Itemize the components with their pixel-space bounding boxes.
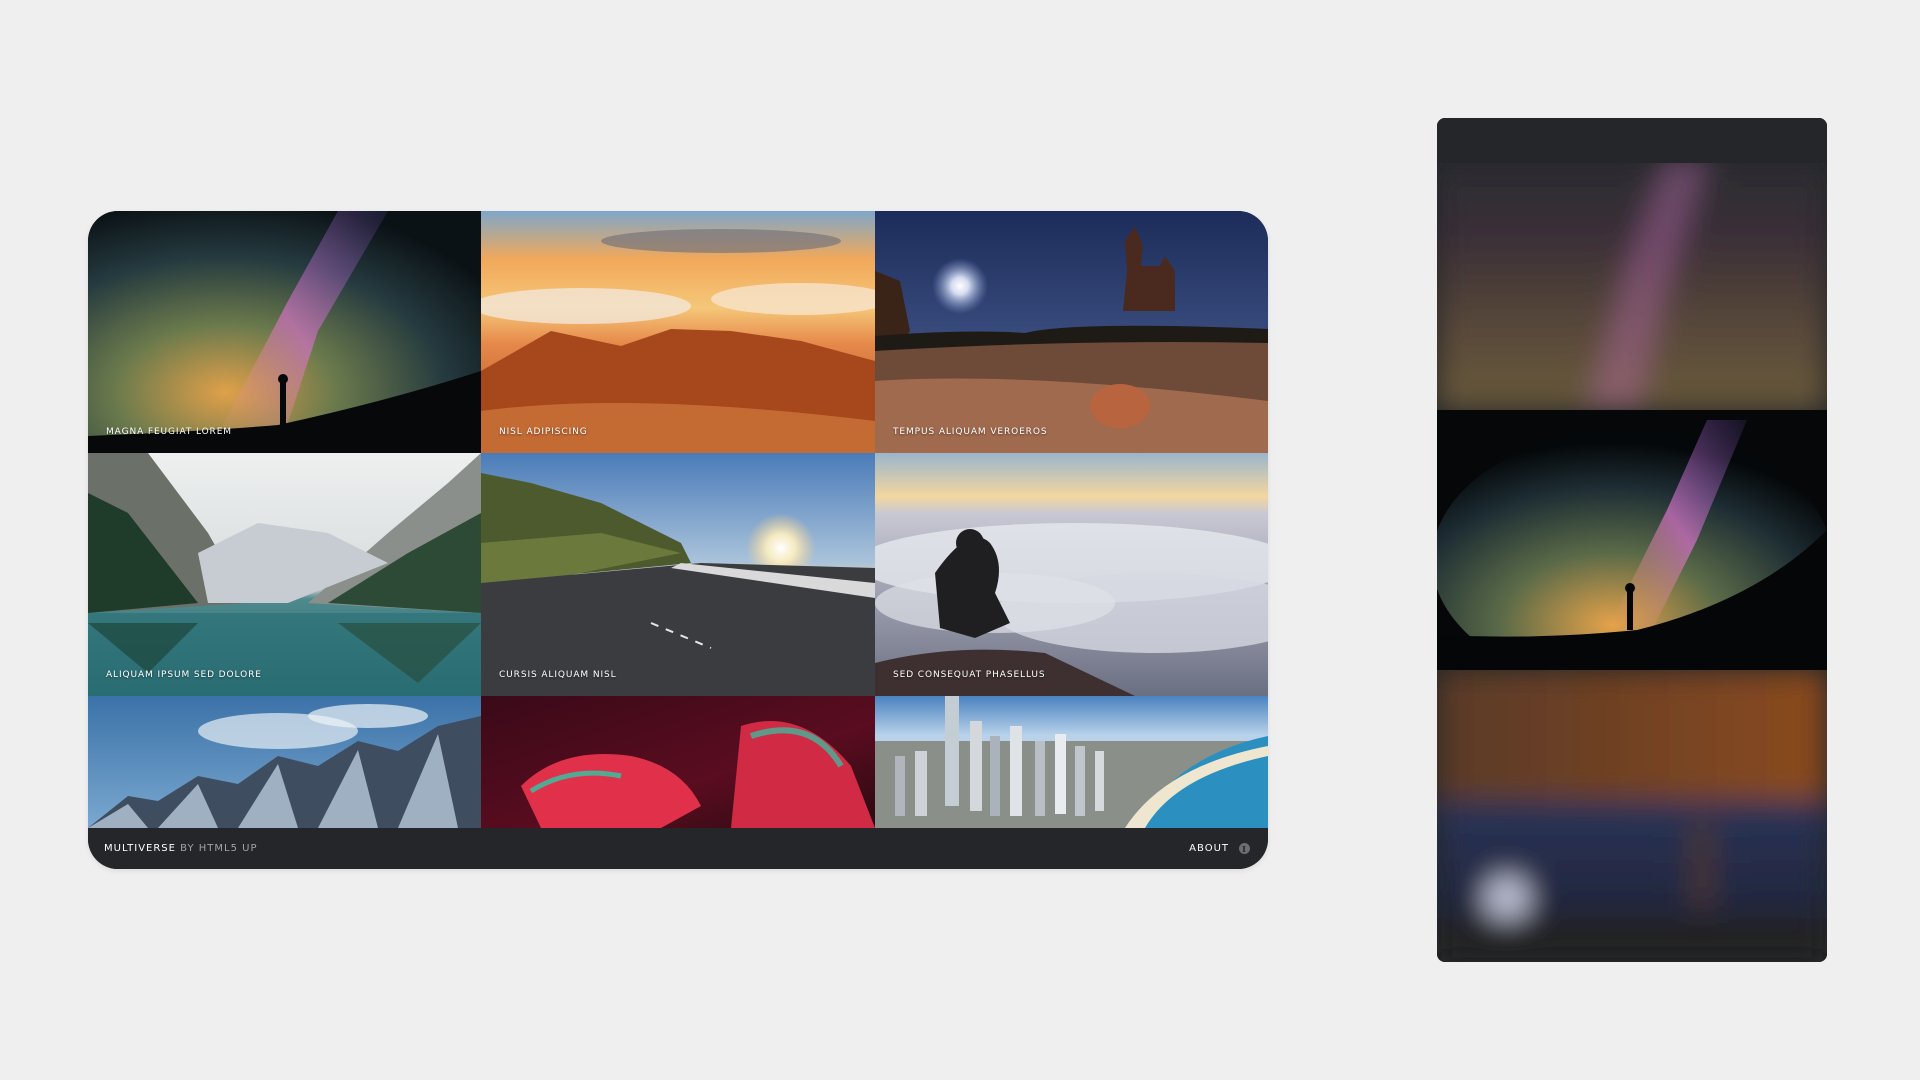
mountain-road-photo [481,453,875,696]
gallery-item[interactable] [88,696,481,828]
gallery-item-caption: Sed consequat phasellus [893,670,1046,680]
gallery-item-caption: Cursis aliquam nisl [499,670,617,680]
mobile-focused-photo[interactable] [1437,410,1827,670]
gallery-item[interactable]: Tempus aliquam veroeros [875,211,1268,453]
gallery-grid: Magna feugiat lorem [88,211,1268,828]
building-photo [88,696,481,828]
sunset-mountains-photo [481,211,875,453]
hands-photo [481,696,875,828]
desert-night-photo [875,211,1268,453]
about-label: About [1189,843,1229,854]
brand[interactable]: Multiverse by HTML5 UP [104,843,258,854]
mobile-mockup [1437,118,1827,962]
gallery-item[interactable]: Aliquam ipsum sed dolore [88,453,481,696]
coastal-city-photo [875,696,1268,828]
brand-name: Multiverse [104,843,176,854]
gallery-item[interactable] [481,696,875,828]
above-clouds-photo [875,453,1268,696]
gallery-item-caption: Nisl adipiscing [499,427,588,437]
desktop-mockup: Magna feugiat lorem [88,211,1268,869]
milky-way-photo [88,211,481,453]
gallery-item[interactable]: Nisl adipiscing [481,211,875,453]
gallery-item[interactable]: Sed consequat phasellus [875,453,1268,696]
gallery-item[interactable]: Magna feugiat lorem [88,211,481,453]
about-link[interactable]: About i [1189,843,1250,854]
info-icon: i [1239,843,1250,854]
mountain-lake-photo [88,453,481,696]
gallery-item[interactable] [875,696,1268,828]
milky-way-photo [1437,410,1827,670]
gallery-item-caption: Magna feugiat lorem [106,427,232,437]
gallery-item[interactable]: Cursis aliquam nisl [481,453,875,696]
footer-bar: Multiverse by HTML5 UP About i [88,828,1268,869]
gallery-item-caption: Aliquam ipsum sed dolore [106,670,262,680]
gallery-item-caption: Tempus aliquam veroeros [893,427,1048,437]
brand-credit: by HTML5 UP [180,843,258,854]
